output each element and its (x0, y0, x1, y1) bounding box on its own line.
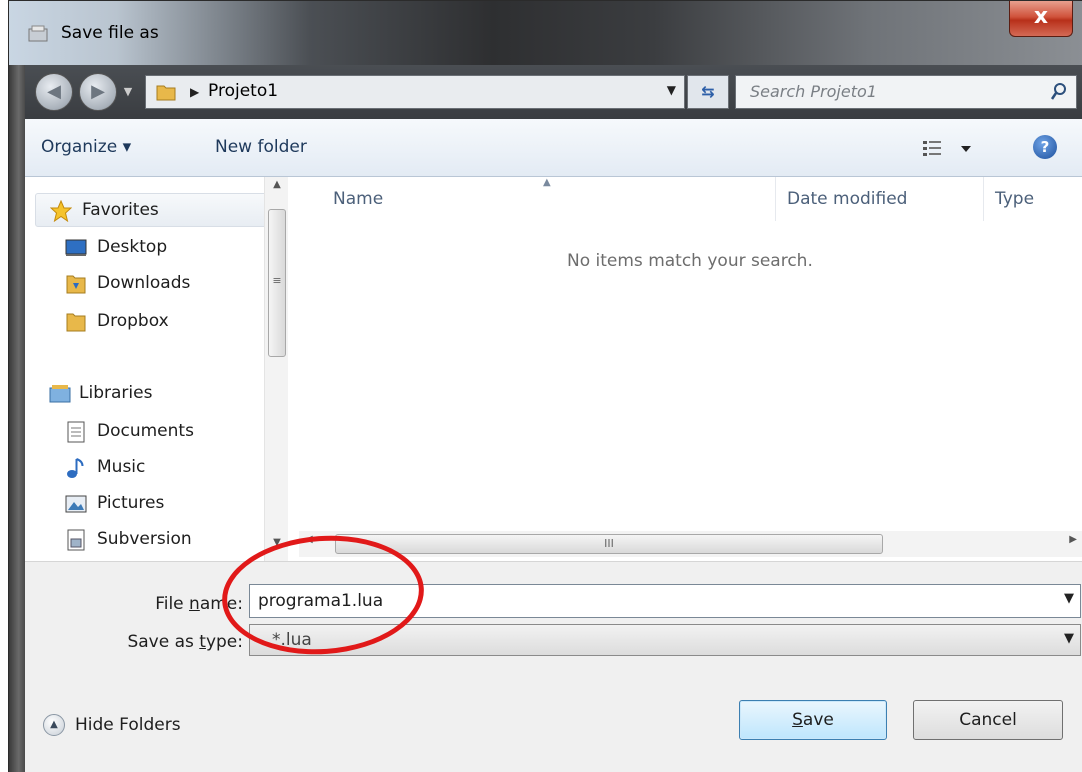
save-button[interactable]: Save (739, 700, 887, 740)
hide-folders-label: Hide Folders (75, 715, 181, 735)
address-dropdown-icon[interactable]: ▼ (667, 83, 676, 97)
sidebar-item-label: Libraries (79, 383, 153, 403)
scrollbar-thumb[interactable]: III (335, 534, 883, 554)
file-name-label: File name: (155, 594, 243, 614)
breadcrumb-chevron-icon[interactable]: ▶ (190, 82, 199, 102)
libraries-icon (49, 385, 71, 403)
file-list: ▲ Name Date modified Type No items match… (299, 177, 1082, 561)
back-arrow-icon: ◀ (47, 81, 61, 102)
sidebar-item-favorites[interactable]: Favorites (35, 193, 275, 227)
title-bar[interactable]: Save file as x (9, 1, 1082, 65)
window-title: Save file as (61, 23, 159, 43)
search-placeholder: Search Projeto1 (750, 82, 877, 101)
cancel-button[interactable]: Cancel (913, 700, 1063, 740)
sidebar-item-label: Documents (97, 421, 194, 441)
scroll-right-icon[interactable]: ▶ (1069, 534, 1077, 545)
sidebar-item-libraries[interactable]: Libraries (25, 377, 280, 411)
app-icon (28, 25, 48, 42)
sidebar-item-subversion[interactable]: Subversion (25, 523, 280, 557)
subversion-icon (67, 529, 85, 551)
column-divider[interactable] (983, 177, 984, 221)
sidebar-item-label: Pictures (97, 493, 165, 513)
column-header-name[interactable]: Name (333, 189, 383, 209)
search-input[interactable]: Search Projeto1 (735, 75, 1077, 109)
sidebar-item-desktop[interactable]: Desktop (25, 231, 280, 265)
sidebar-item-documents[interactable]: Documents (25, 415, 280, 449)
sidebar-item-pictures[interactable]: Pictures (25, 487, 280, 521)
column-header-date-modified[interactable]: Date modified (787, 189, 907, 209)
folder-icon (156, 85, 176, 101)
change-view-icon[interactable] (921, 137, 981, 159)
column-divider[interactable] (775, 177, 776, 221)
chevron-up-icon: ▲ (43, 714, 65, 736)
organize-menu[interactable]: Organize ▾ (41, 137, 131, 157)
new-folder-button[interactable]: New folder (215, 137, 307, 157)
recent-pages-dropdown[interactable]: ▼ (121, 83, 135, 101)
scroll-left-icon[interactable]: ◀ (305, 534, 313, 545)
horizontal-scrollbar[interactable]: ◀ III ▶ (299, 531, 1082, 557)
save-form: File name: programa1.lua ▼ Save as type:… (25, 561, 1082, 772)
desktop-icon (65, 239, 87, 256)
grip-icon: ≡ (272, 274, 282, 287)
forward-button[interactable]: ▶ (79, 73, 117, 111)
file-name-value[interactable]: programa1.lua (258, 591, 383, 611)
sidebar-item-label: Favorites (82, 200, 159, 220)
downloads-folder-icon (66, 275, 86, 294)
command-bar: Organize ▾ New folder ? (25, 119, 1082, 177)
refresh-button[interactable]: ⇆ (687, 75, 729, 109)
chevron-down-icon[interactable]: ▼ (1064, 631, 1074, 646)
folder-icon (66, 313, 86, 332)
forward-arrow-icon: ▶ (91, 81, 105, 102)
close-button[interactable]: x (1009, 1, 1073, 37)
documents-icon (67, 421, 85, 443)
empty-message: No items match your search. (567, 251, 813, 271)
address-row: ◀ ▶ ▼ ▶ Projeto1 ▼ ⇆ Search Projeto1 (25, 65, 1082, 119)
search-icon[interactable] (1050, 82, 1068, 102)
refresh-icon: ⇆ (701, 82, 715, 101)
sidebar-item-label: Dropbox (97, 311, 169, 331)
scrollbar-thumb[interactable]: ≡ (268, 209, 286, 357)
file-name-input[interactable]: programa1.lua ▼ (249, 584, 1081, 618)
sidebar-item-dropbox[interactable]: Dropbox (25, 305, 280, 339)
save-as-type-select[interactable]: *.lua ▼ (249, 624, 1081, 656)
sidebar-item-label: Downloads (97, 273, 191, 293)
pictures-icon (65, 495, 87, 513)
window-frame (9, 1, 25, 772)
column-header-type[interactable]: Type (995, 189, 1034, 209)
sort-ascending-icon: ▲ (543, 177, 551, 188)
save-as-type-label: Save as type: (127, 632, 243, 652)
sidebar-item-label: Music (97, 457, 146, 477)
scroll-up-icon[interactable]: ▲ (265, 179, 289, 199)
sidebar-item-label: Subversion (97, 529, 192, 549)
back-button[interactable]: ◀ (35, 73, 73, 111)
music-icon (67, 458, 84, 478)
navigation-scrollbar[interactable]: ▲ ≡ ▼ (264, 177, 288, 561)
navigation-pane: Favorites Desktop Downloads Dropbox Libr… (25, 177, 280, 561)
help-icon[interactable]: ? (1033, 135, 1057, 159)
star-icon (50, 200, 72, 222)
grip-label: III (604, 537, 614, 550)
scroll-down-icon[interactable]: ▼ (265, 537, 289, 557)
address-bar[interactable]: ▶ Projeto1 ▼ (145, 75, 685, 109)
sidebar-item-music[interactable]: Music (25, 451, 280, 485)
sidebar-item-label: Desktop (97, 237, 168, 257)
chevron-down-icon[interactable]: ▼ (1064, 591, 1074, 606)
breadcrumb-projeto1[interactable]: Projeto1 (208, 81, 278, 101)
save-dialog: Save file as x ◀ ▶ ▼ ▶ Projeto1 ▼ ⇆ Sear… (8, 0, 1082, 772)
save-as-type-value: *.lua (272, 630, 312, 650)
sidebar-item-downloads[interactable]: Downloads (25, 267, 280, 301)
